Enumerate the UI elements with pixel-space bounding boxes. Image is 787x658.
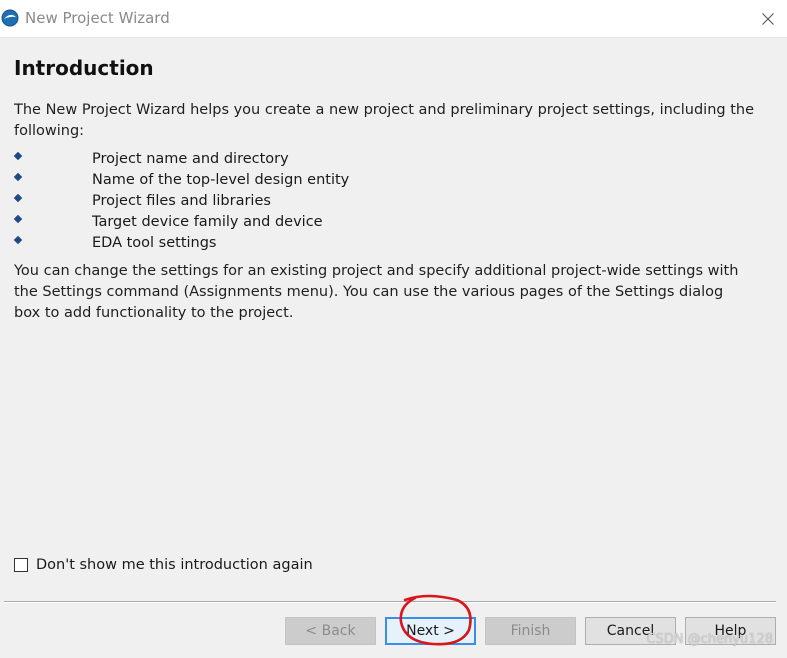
dont-show-again-checkbox[interactable] [14,558,28,572]
intro-text: The New Project Wizard helps you create … [14,102,755,139]
dont-show-again-row[interactable]: Don't show me this introduction again [14,555,313,575]
footer-divider [4,601,776,603]
window-title: New Project Wizard [25,9,170,27]
list-item-label: Project files and libraries [92,193,271,209]
bullet-icon [13,172,23,182]
bullet-icon [13,193,23,203]
outro-text: You can change the settings for an exist… [14,263,739,321]
page-heading: Introduction [14,56,154,80]
bullet-icon [13,214,23,224]
back-button[interactable]: < Back [285,617,376,645]
bullet-icon [13,235,23,245]
list-item-label: EDA tool settings [92,235,217,251]
list-item-label: Target device family and device [92,214,323,230]
next-button[interactable]: Next > [385,617,476,645]
list-item-label: Project name and directory [92,151,289,167]
bullet-icon [13,151,23,161]
close-button[interactable] [749,0,787,37]
close-icon [762,12,774,25]
dont-show-again-label[interactable]: Don't show me this introduction again [36,557,313,573]
watermark: CSDN @chenyu128 [646,632,773,647]
title-bar: New Project Wizard [0,0,787,38]
app-icon [1,9,19,27]
list-item-label: Name of the top-level design entity [92,172,350,188]
finish-button[interactable]: Finish [485,617,576,645]
